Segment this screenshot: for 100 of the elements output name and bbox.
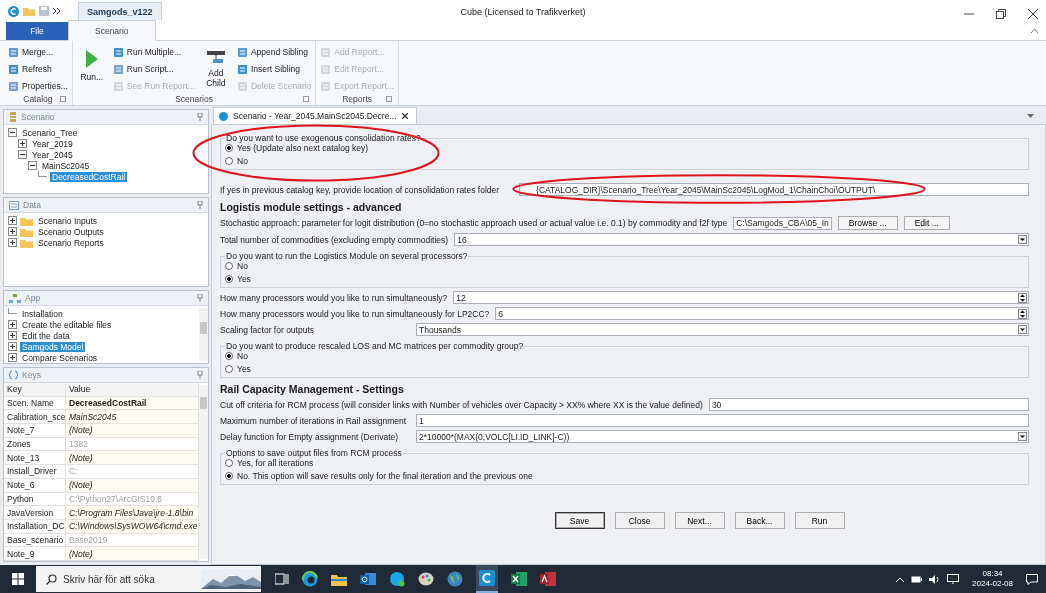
radio-option[interactable]: Yes, for all iterations [225,458,1024,468]
restore-icon[interactable] [996,9,1006,19]
spinner-icon[interactable] [1018,308,1027,319]
tree-item[interactable]: Scenario Inputs [36,215,100,226]
document-tab[interactable]: Samgods_v122 [78,2,162,20]
ribbon-button[interactable]: Merge... [8,45,68,59]
dialog-button[interactable]: Back... [734,512,785,529]
tree-item[interactable]: Compare Scenarios [20,352,100,363]
dialog-button[interactable]: Next... [674,512,725,529]
clock-date[interactable]: 2024-02-08 [972,579,1013,589]
collapse-icon[interactable] [28,161,37,170]
expand-icon[interactable] [8,331,17,340]
network-icon[interactable] [947,574,960,584]
dropdown[interactable]: 16 [454,233,1029,246]
tree-item[interactable]: Year_2045 [30,149,75,160]
radio-option[interactable]: No [225,156,1024,166]
expand-icon[interactable] [8,238,17,247]
launcher-icon[interactable] [385,96,392,102]
radio-button[interactable] [225,352,233,360]
ribbon-button[interactable]: Add Child [200,45,231,88]
expand-icon[interactable] [8,342,17,351]
radio-button[interactable] [225,365,233,373]
search-field[interactable]: Skriv här för att söka [63,573,183,585]
radio-option[interactable]: No [225,351,1024,361]
radio-option[interactable]: No. This option will save results only for the final iteration and the previous one [225,471,1024,481]
launcher-icon[interactable] [59,96,66,102]
ribbon-button[interactable]: Run Script... [112,62,195,76]
close-icon[interactable] [401,113,408,119]
file-tab[interactable]: File [6,22,68,40]
windows-start-icon[interactable] [12,573,24,585]
spreadsheet-icon[interactable] [511,572,527,586]
input-field[interactable]: {CATALOG_DIR}\Scenario_Tree\Year_2045\MainSc2045\LogMod_1\ChainChoi\OUTPUT\ [519,183,1029,196]
tree-item[interactable]: Scenario_Tree [20,127,80,138]
collapse-icon[interactable] [18,150,27,159]
expand-icon[interactable] [8,227,17,236]
scrollbar[interactable] [199,308,208,361]
ribbon-button[interactable]: Run... [76,45,107,82]
app-logo-icon[interactable] [8,5,19,17]
dropdown[interactable]: 2*10000*(MAX(0,VOLC[LI.ID_LINK]-C)) [416,430,1029,443]
tree-item[interactable]: MainSc2045 [40,160,92,171]
radio-button[interactable] [225,157,233,165]
expand-icon[interactable] [8,216,17,225]
ribbon-button[interactable]: Refresh [8,62,68,76]
globe-icon[interactable] [447,571,463,587]
path-field[interactable]: C:\Samgods_CBA\05_In [733,216,832,230]
ribbon-button[interactable]: Properties... [8,79,68,93]
radio-button[interactable] [225,459,233,467]
radio-button[interactable] [225,144,233,152]
dialog-button[interactable]: Run [794,512,845,529]
radio-option[interactable]: Yes (Update also next catalog key) [225,143,1024,153]
expand-icon[interactable] [8,320,17,329]
radio-option[interactable]: Yes [225,274,1024,284]
tree-item[interactable]: Edit the data [20,330,72,341]
radio-button[interactable] [225,472,233,480]
taskbar-app[interactable] [476,565,498,593]
document-tab[interactable]: Scenario - Year_2045.MainSc2045.Decre... [213,107,417,124]
dialog-button[interactable]: Close [614,512,665,529]
tree-item[interactable]: Installation [20,308,65,319]
palette-icon[interactable] [418,571,434,587]
add-child-icon [206,49,225,65]
launcher-icon[interactable] [303,96,310,102]
ribbon-button[interactable]: Run Multiple... [112,45,195,59]
browser-icon[interactable] [302,571,318,587]
input-field[interactable]: 30 [708,398,1029,411]
tree-item[interactable]: Scenario Reports [36,237,106,248]
spinner-icon[interactable] [1018,292,1027,303]
task-view-icon[interactable] [275,573,289,585]
dropdown[interactable]: Thousands [416,323,1029,336]
close-icon[interactable] [1028,9,1038,19]
expand-icon[interactable] [8,353,17,362]
expand-icon[interactable] [18,139,27,148]
tree-item[interactable]: Scenario Outputs [36,226,106,237]
database-app-icon[interactable] [540,572,556,586]
mail-app-icon[interactable] [360,572,376,586]
spin-field[interactable]: 12 [453,291,1029,304]
ribbon-tab[interactable]: Scenario [68,20,156,41]
field-button[interactable]: Edit ... [903,216,950,230]
collapse-icon[interactable] [8,128,17,137]
input-field[interactable]: 1 [416,414,1029,427]
folder-icon[interactable] [331,572,347,586]
radio-button[interactable] [225,275,233,283]
field-button[interactable]: Browse ... [837,216,898,230]
scrollbar[interactable] [199,385,208,559]
spin-field[interactable]: 6 [495,307,1029,320]
clock-time[interactable]: 08:34 [982,569,1003,579]
notification-icon[interactable] [1026,573,1038,585]
radio-option[interactable]: No [225,261,1024,271]
chat-app-icon[interactable] [389,571,405,587]
tree-item[interactable]: Year_2019 [30,138,75,149]
ribbon-button[interactable]: Insert Sibling [236,62,312,76]
ribbon-button[interactable]: Append Sibling [236,45,312,59]
radio-button[interactable] [225,262,233,270]
speaker-icon[interactable] [929,574,941,584]
battery-icon[interactable] [911,575,923,583]
dropdown-arrow-icon[interactable] [1027,114,1034,118]
tree-item[interactable]: Create the editable files [20,319,114,330]
table-cell: C: [66,465,199,478]
more-icon[interactable] [53,8,60,14]
radio-option[interactable]: Yes [225,364,1024,374]
dialog-button[interactable]: Save [554,512,605,529]
